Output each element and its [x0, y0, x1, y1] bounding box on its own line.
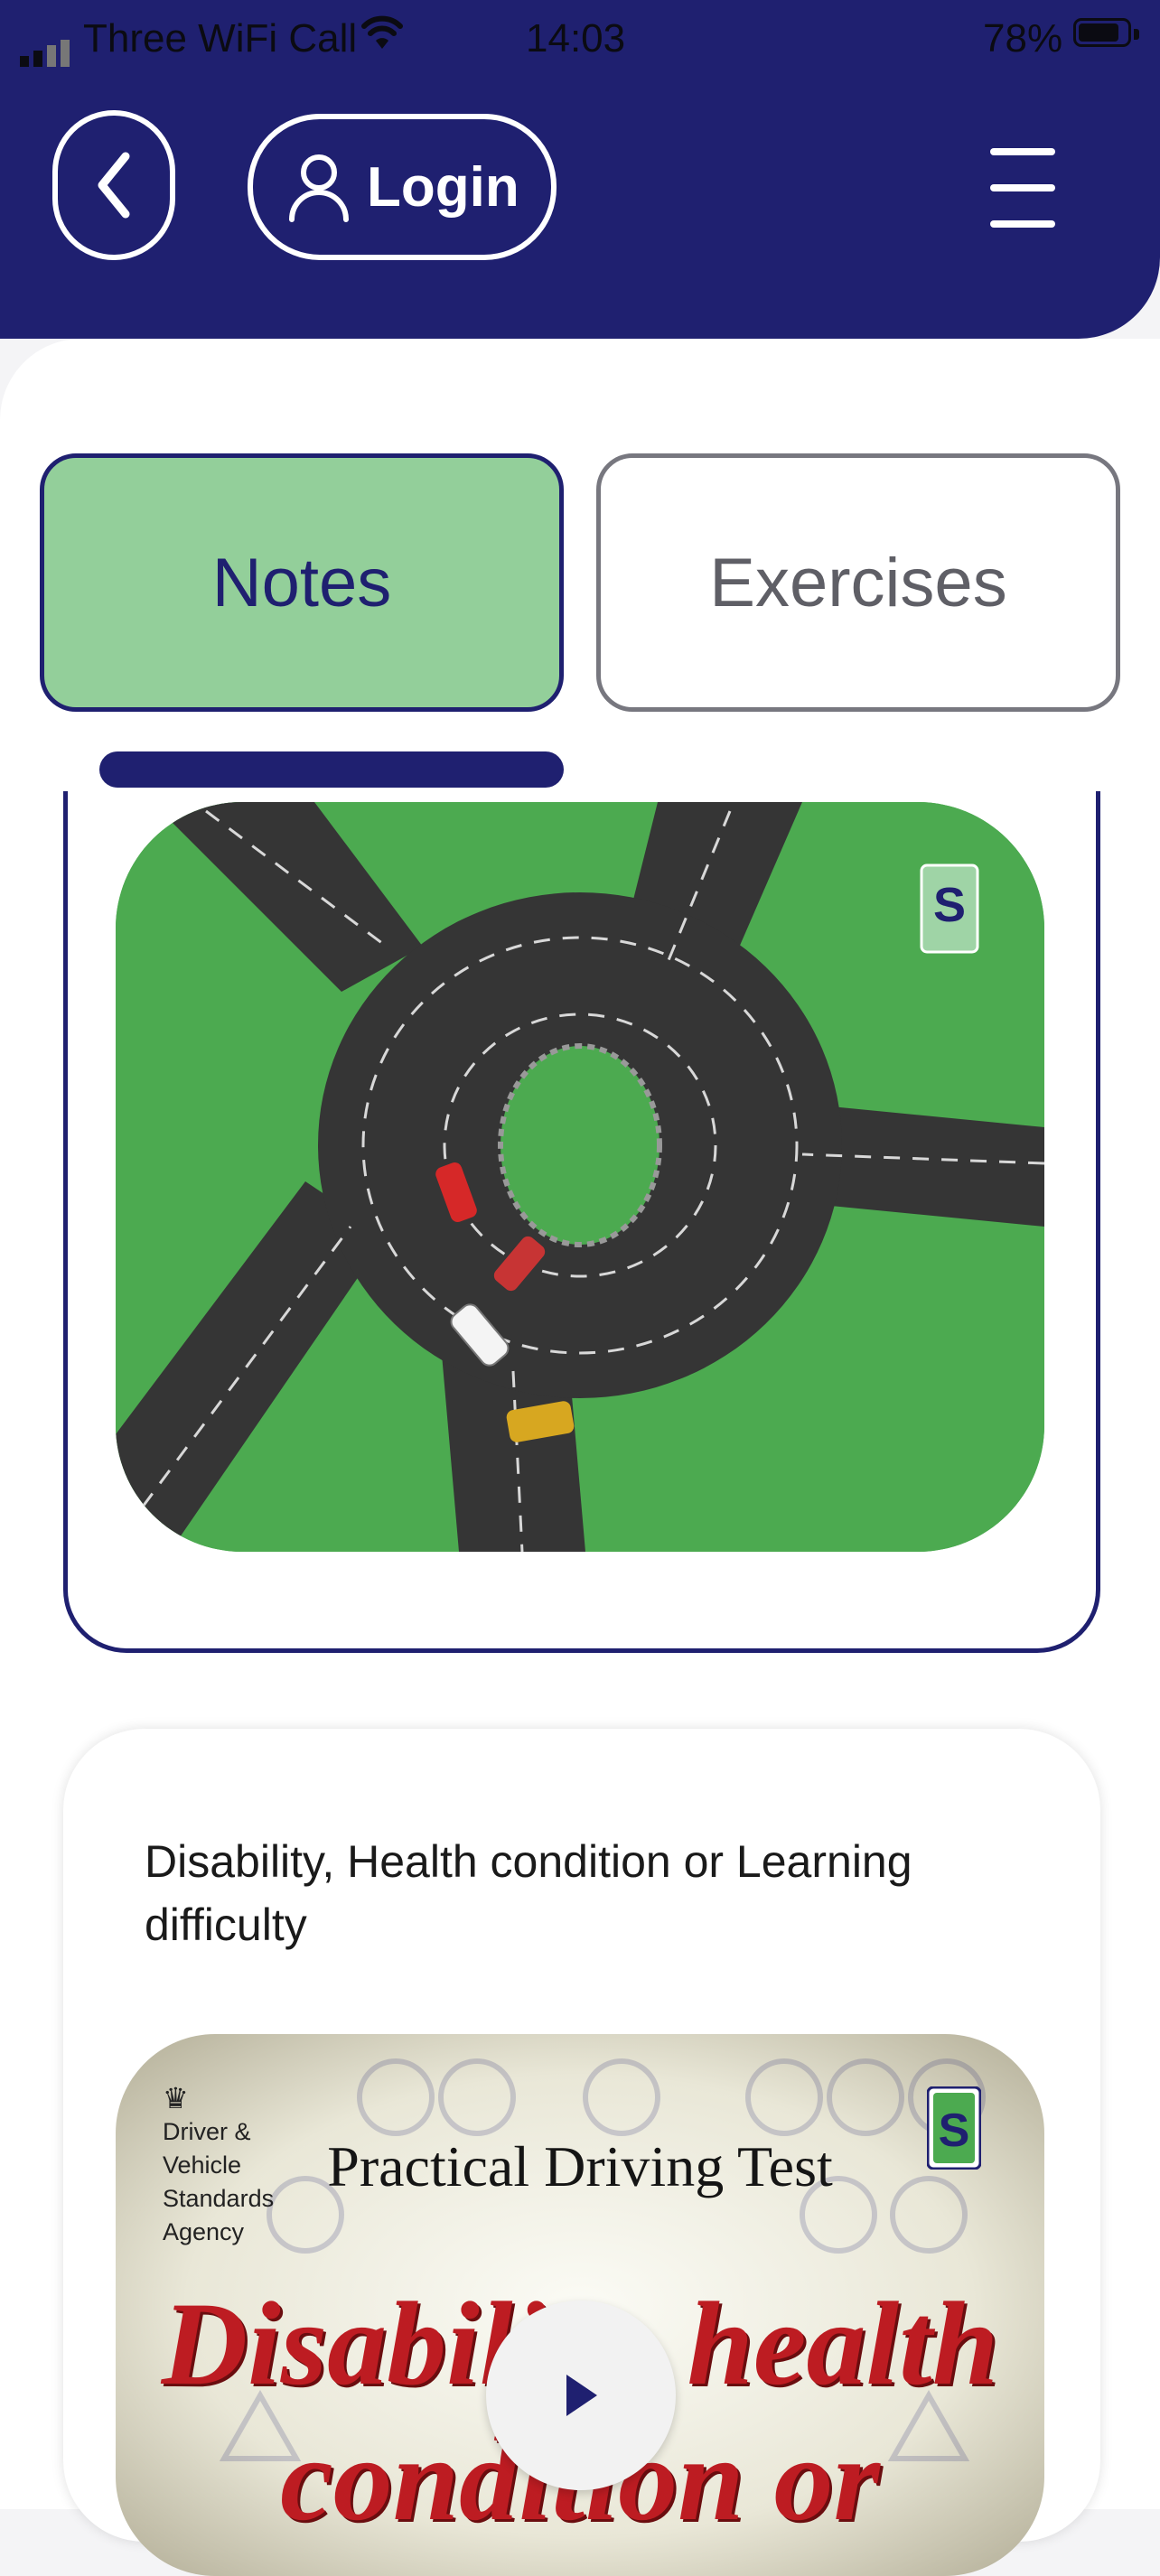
clock: 14:03 [526, 16, 626, 61]
login-label: Login [367, 155, 519, 219]
battery-percentage: 78% [983, 16, 1063, 61]
tab-notes-label: Notes [211, 544, 392, 621]
back-button[interactable] [52, 110, 175, 260]
svg-text:S: S [939, 2105, 970, 2157]
login-button[interactable]: Login [248, 114, 557, 260]
card-title: Disability, Health condition or Learning… [145, 1836, 912, 1950]
video-title: Practical Driving Test [327, 2134, 833, 2198]
play-icon [561, 2371, 601, 2420]
battery-icon [1073, 18, 1139, 47]
status-bar: Three WiFi Call 14:03 78% [0, 0, 1160, 78]
wifi-icon [361, 13, 403, 64]
tab-exercises-label: Exercises [709, 544, 1007, 621]
video-thumbnail[interactable]: ♛ Driver & Vehicle Standards Agency Prac… [116, 2034, 1044, 2576]
svg-text:S: S [933, 878, 966, 932]
signal-icon [20, 22, 74, 67]
user-icon [287, 151, 351, 223]
tab-notes[interactable]: Notes [40, 453, 564, 712]
play-button[interactable] [486, 2301, 676, 2490]
hamburger-menu-icon[interactable] [990, 148, 1055, 228]
active-tab-indicator [99, 751, 564, 788]
roundabout-illustration: S [116, 802, 1044, 1552]
chevron-left-icon [91, 149, 136, 221]
carrier-label: Three WiFi Call [83, 16, 358, 61]
crest-icon: ♛ [163, 2082, 189, 2114]
app-badge-icon: S [920, 863, 979, 954]
tab-exercises[interactable]: Exercises [596, 453, 1120, 712]
app-badge-icon: S [926, 2086, 982, 2170]
